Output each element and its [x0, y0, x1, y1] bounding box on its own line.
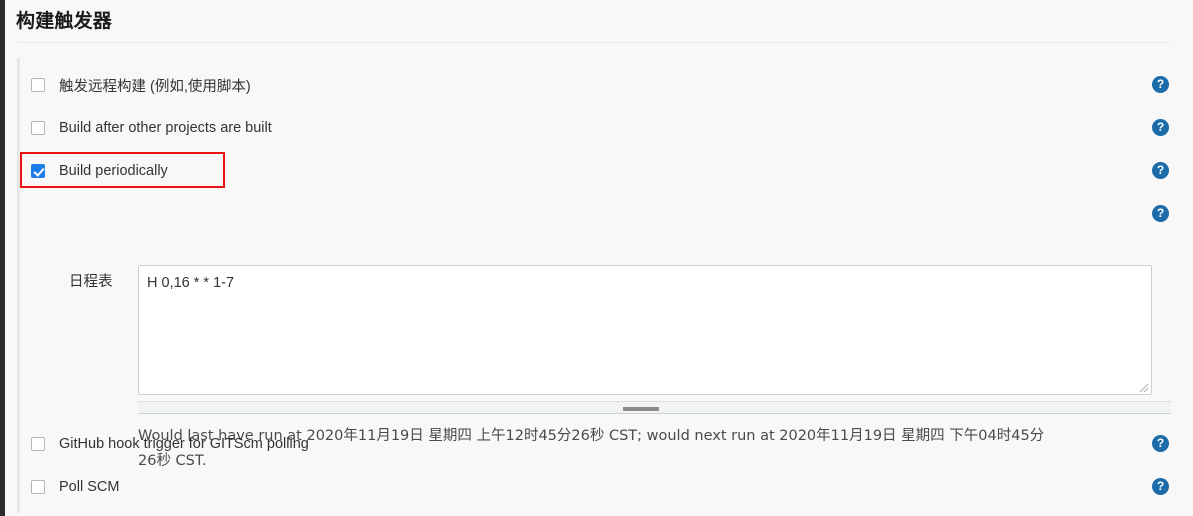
help-icon-poll-scm[interactable]: ? [1152, 478, 1169, 495]
label-github-hook[interactable]: GitHub hook trigger for GITScm polling [59, 436, 309, 452]
trigger-row-after-other-projects[interactable]: Build after other projects are built [31, 111, 272, 145]
resize-handle-icon[interactable] [1136, 380, 1149, 393]
triggers-form-body: 触发远程构建 (例如,使用脚本) ? Build after other pro… [17, 58, 1177, 516]
help-icon-after-other-projects[interactable]: ? [1152, 119, 1169, 136]
help-icon-remote-build[interactable]: ? [1152, 76, 1169, 93]
help-icon-build-periodically[interactable]: ? [1152, 162, 1169, 179]
trigger-row-github-hook[interactable]: GitHub hook trigger for GITScm polling [31, 427, 309, 461]
label-remote-build[interactable]: 触发远程构建 (例如,使用脚本) [59, 75, 251, 96]
checkbox-remote-build[interactable] [31, 78, 45, 92]
form-left-rail [17, 58, 20, 513]
build-triggers-page: 构建触发器 触发远程构建 (例如,使用脚本) ? Build after oth… [0, 0, 1193, 516]
checkbox-poll-scm[interactable] [31, 480, 45, 494]
schedule-horizontal-scrollbar[interactable] [138, 401, 1171, 414]
trigger-row-poll-scm[interactable]: Poll SCM [31, 470, 119, 504]
schedule-textarea[interactable]: H 0,16 * * 1-7 [138, 265, 1152, 395]
schedule-value: H 0,16 * * 1-7 [147, 275, 235, 291]
checkbox-github-hook[interactable] [31, 437, 45, 451]
checkbox-build-periodically[interactable] [31, 164, 45, 178]
checkbox-after-other-projects[interactable] [31, 121, 45, 135]
schedule-label: 日程表 [69, 274, 113, 290]
label-after-other-projects[interactable]: Build after other projects are built [59, 120, 272, 136]
help-icon-github-hook[interactable]: ? [1152, 435, 1169, 452]
page-title: 构建触发器 [16, 11, 113, 32]
scrollbar-thumb[interactable] [623, 405, 659, 413]
title-divider [17, 42, 1170, 43]
help-icon-schedule[interactable]: ? [1152, 205, 1169, 222]
window-left-edge [0, 0, 5, 516]
trigger-row-remote-build[interactable]: 触发远程构建 (例如,使用脚本) [31, 68, 251, 102]
label-build-periodically[interactable]: Build periodically [59, 163, 168, 179]
label-poll-scm[interactable]: Poll SCM [59, 479, 119, 495]
trigger-row-build-periodically[interactable]: Build periodically [31, 154, 168, 188]
